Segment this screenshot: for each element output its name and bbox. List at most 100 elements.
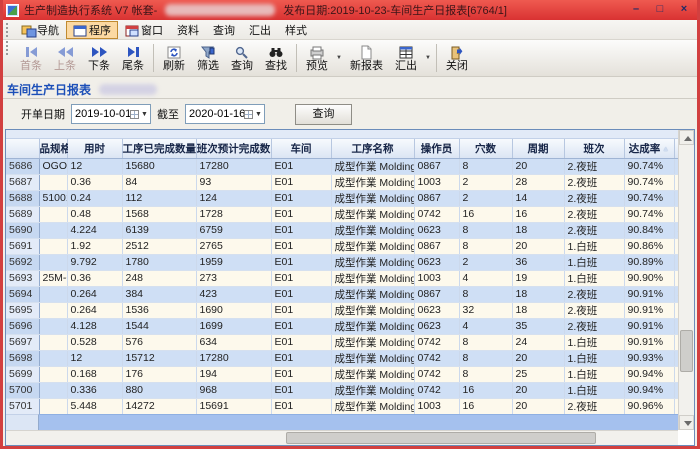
menu-query[interactable]: 查询 (206, 21, 242, 39)
previous-record-icon (58, 45, 73, 60)
column-header[interactable]: 工序名称 (331, 139, 414, 158)
table-row[interactable]: 56990.168176194E01成型作業 Molding07428251.白… (6, 366, 680, 382)
row-number-cell[interactable]: 5686 (6, 158, 39, 174)
menu-window[interactable]: 窗口 (118, 21, 170, 39)
find-button[interactable]: 查找 (259, 41, 293, 75)
row-number-cell[interactable]: 5694 (6, 286, 39, 302)
row-number-cell[interactable]: 5699 (6, 366, 39, 382)
scroll-down-arrow-icon[interactable] (679, 415, 694, 430)
to-date-picker[interactable]: ▼ (185, 104, 265, 124)
query-button-toolbar[interactable]: 查询 (225, 41, 259, 75)
filter-button[interactable]: 筛选 (191, 41, 225, 75)
previous-record-button[interactable]: 上条 (48, 41, 82, 75)
column-header[interactable] (6, 139, 39, 158)
table-row[interactable]: 5698121571217280E01成型作業 Molding07428201.… (6, 350, 680, 366)
table-cell: 1959 (196, 254, 271, 270)
menu-program[interactable]: 程序 (66, 21, 118, 39)
table-row[interactable]: 56950.26415361690E01成型作業 Molding06233218… (6, 302, 680, 318)
table-row[interactable]: 57015.4481427215691E01成型作業 Molding100316… (6, 398, 680, 414)
column-header[interactable]: 班次 (564, 139, 624, 158)
row-number-cell[interactable]: 5701 (6, 398, 39, 414)
to-date-input[interactable] (186, 108, 244, 120)
first-record-button[interactable]: 首条 (14, 41, 48, 75)
row-number-cell[interactable]: 5700 (6, 382, 39, 398)
vertical-scrollbar-thumb[interactable] (680, 330, 693, 372)
column-header[interactable]: 用时 (67, 139, 122, 158)
search-button[interactable]: 查询 (295, 104, 352, 125)
table-cell: 12 (67, 158, 122, 174)
from-date-input[interactable] (72, 108, 130, 120)
new-report-button[interactable]: 新报表 (344, 41, 389, 75)
horizontal-scrollbar[interactable] (6, 430, 678, 445)
row-number-cell[interactable]: 5687 (6, 174, 39, 190)
export-dropdown-icon[interactable]: ▼ (423, 55, 433, 61)
table-row[interactable]: 5686OGO121568017280E01成型作業 Molding086782… (6, 158, 680, 174)
maximize-button[interactable]: □ (648, 2, 672, 18)
table-row[interactable]: 56885100100.24112124E01成型作業 Molding08672… (6, 190, 680, 206)
window-title-right: 发布日期:2019-10-23-车间生产日报表[6764/1] (283, 2, 507, 18)
column-header[interactable]: 班次预计完成数 (196, 139, 271, 158)
vertical-scrollbar[interactable] (678, 130, 694, 430)
row-number-cell[interactable]: 5697 (6, 334, 39, 350)
calendar-icon (244, 110, 253, 119)
row-number-cell[interactable]: 5695 (6, 302, 39, 318)
row-number-cell[interactable]: 5698 (6, 350, 39, 366)
table-cell: 0623 (414, 302, 459, 318)
menu-style[interactable]: 样式 (278, 21, 314, 39)
table-row[interactable]: 56911.9225122765E01成型作業 Molding08678201.… (6, 238, 680, 254)
menu-navigation[interactable]: 导航 (14, 21, 66, 39)
row-number-cell[interactable]: 5689 (6, 206, 39, 222)
table-row[interactable]: 56890.4815681728E01成型作業 Molding074216162… (6, 206, 680, 222)
column-header[interactable]: 操作员 (414, 139, 459, 158)
column-header[interactable]: 达成率▲ (624, 139, 674, 158)
table-cell (39, 318, 67, 334)
table-cell: 0742 (414, 350, 459, 366)
close-button[interactable]: × (672, 2, 696, 18)
row-number-cell[interactable]: 5691 (6, 238, 39, 254)
export-button[interactable]: 汇出 (389, 41, 423, 75)
column-header[interactable]: 品规格 (39, 139, 67, 158)
menu-data[interactable]: 资料 (170, 21, 206, 39)
row-number-cell[interactable]: 5688 (6, 190, 39, 206)
table-row[interactable]: 56929.79217801959E01成型作業 Molding06232361… (6, 254, 680, 270)
menu-export[interactable]: 汇出 (242, 21, 278, 39)
column-header[interactable]: 穴数 (459, 139, 512, 158)
sort-indicator-icon: ▲ (662, 146, 669, 153)
minimize-button[interactable]: – (624, 2, 648, 18)
table-row[interactable]: 56940.264384423E01成型作業 Molding08678182.夜… (6, 286, 680, 302)
row-number-cell[interactable]: 5692 (6, 254, 39, 270)
last-record-button[interactable]: 尾条 (116, 41, 150, 75)
row-number-cell[interactable]: 5693 (6, 270, 39, 286)
scroll-up-arrow-icon[interactable] (679, 130, 694, 145)
table-row[interactable]: 569325M-610.36248273E01成型作業 Molding10034… (6, 270, 680, 286)
table-row[interactable]: 57000.336880968E01成型作業 Molding074216201.… (6, 382, 680, 398)
table-cell: 0.264 (67, 286, 122, 302)
table-cell: 5.448 (67, 398, 122, 414)
table-cell: 2.夜班 (564, 398, 624, 414)
table-cell: 18 (512, 302, 564, 318)
selected-empty-row[interactable] (6, 414, 680, 430)
column-header[interactable]: 工序已完成数量 (122, 139, 196, 158)
close-form-button[interactable]: 关闭 (440, 41, 474, 75)
selected-row-number-cell[interactable] (6, 414, 39, 430)
table-cell: E01 (271, 222, 331, 238)
row-number-cell[interactable]: 5696 (6, 318, 39, 334)
table-row[interactable]: 56964.12815441699E01成型作業 Molding06234352… (6, 318, 680, 334)
chevron-down-icon[interactable]: ▼ (253, 111, 264, 118)
column-header[interactable]: 车间 (271, 139, 331, 158)
table-cell (39, 174, 67, 190)
preview-button[interactable]: 预览 (300, 41, 334, 75)
table-row[interactable]: 56970.528576634E01成型作業 Molding07428241.白… (6, 334, 680, 350)
column-header[interactable]: 周期 (512, 139, 564, 158)
row-number-cell[interactable]: 5690 (6, 222, 39, 238)
chevron-down-icon[interactable]: ▼ (139, 111, 150, 118)
table-row[interactable]: 56870.368493E01成型作業 Molding10032282.夜班90… (6, 174, 680, 190)
horizontal-scrollbar-thumb[interactable] (286, 432, 596, 444)
next-record-button[interactable]: 下条 (82, 41, 116, 75)
refresh-button[interactable]: 刷新 (157, 41, 191, 75)
from-date-picker[interactable]: ▼ (71, 104, 151, 124)
table-row[interactable]: 56904.22461396759E01成型作業 Molding06238182… (6, 222, 680, 238)
selected-row-highlight[interactable] (39, 414, 680, 430)
table-cell (39, 206, 67, 222)
preview-dropdown-icon[interactable]: ▼ (334, 55, 344, 61)
